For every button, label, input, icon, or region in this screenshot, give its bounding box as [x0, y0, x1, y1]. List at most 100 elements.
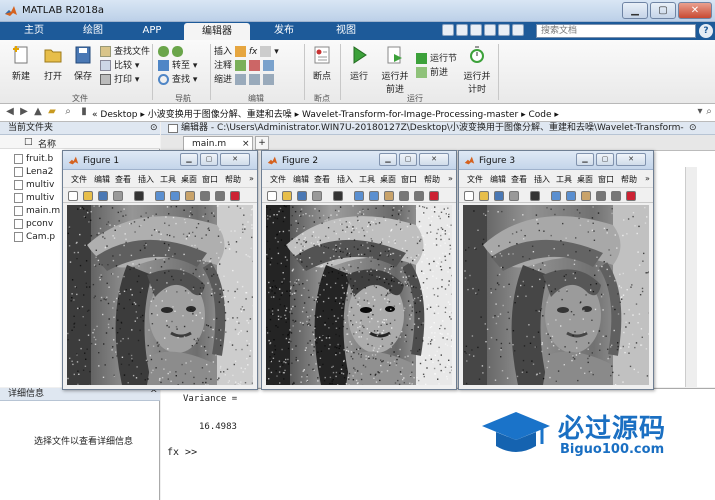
figure-menu-item[interactable]: 文件: [71, 174, 87, 185]
address-search-icon[interactable]: ⌕: [703, 106, 715, 118]
figure-menu-item[interactable]: 查看: [115, 174, 131, 185]
maximize-button[interactable]: ▢: [650, 2, 676, 19]
figure-menu-item[interactable]: 帮助: [225, 174, 241, 185]
list-item[interactable]: Lena2: [14, 166, 53, 178]
minimize-button[interactable]: ▁: [180, 153, 198, 166]
nav-back-forward[interactable]: [158, 45, 197, 59]
menu-overflow-icon[interactable]: »: [448, 174, 453, 183]
menu-overflow-icon[interactable]: »: [645, 174, 650, 183]
run-and-advance-button[interactable]: 运行并 前进: [380, 46, 410, 95]
tab-apps[interactable]: APP: [124, 22, 180, 40]
find-files-button[interactable]: 查找文件: [100, 45, 150, 59]
paste-icon[interactable]: [484, 24, 496, 36]
figure-menu-item[interactable]: 帮助: [621, 174, 637, 185]
figure-title-bar[interactable]: Figure 1 ▁ ▢ ✕: [63, 151, 257, 170]
figure-title-bar[interactable]: Figure 2 ▁ ▢ ✕: [262, 151, 456, 170]
pointer-icon[interactable]: [134, 191, 144, 201]
command-prompt[interactable]: fx >>: [167, 447, 197, 458]
redo-icon[interactable]: [512, 24, 524, 36]
minimize-button[interactable]: ▁: [379, 153, 397, 166]
tab-view[interactable]: 视图: [316, 22, 376, 40]
menu-overflow-icon[interactable]: »: [249, 174, 254, 183]
print-icon[interactable]: [509, 191, 519, 201]
tab-home[interactable]: 主页: [8, 22, 60, 40]
list-item[interactable]: main.m: [14, 205, 60, 217]
zoom-in-icon[interactable]: [354, 191, 364, 201]
list-item[interactable]: fruit.b: [14, 153, 53, 165]
tab-main-m[interactable]: main.m ×: [183, 136, 253, 151]
list-item[interactable]: multiv: [14, 192, 54, 204]
close-button[interactable]: ✕: [616, 153, 646, 166]
figure-menu-item[interactable]: 窗口: [202, 174, 218, 185]
close-button[interactable]: ✕: [220, 153, 250, 166]
figure-menu-item[interactable]: 文件: [270, 174, 286, 185]
pan-icon[interactable]: [581, 191, 591, 201]
panel-menu-icon[interactable]: ⊙: [150, 123, 158, 133]
maximize-button[interactable]: ▢: [596, 153, 614, 166]
save-icon[interactable]: [297, 191, 307, 201]
compare-button[interactable]: 比较 ▾: [100, 59, 150, 73]
comment-button[interactable]: 注释: [214, 59, 279, 73]
figure-menu-item[interactable]: 窗口: [401, 174, 417, 185]
figure-menu-item[interactable]: 插入: [337, 174, 353, 185]
figure-title-bar[interactable]: Figure 3 ▁ ▢ ✕: [459, 151, 653, 170]
brush-icon[interactable]: [230, 191, 240, 201]
find-button[interactable]: 查找 ▾: [158, 73, 197, 87]
save-icon[interactable]: [494, 191, 504, 201]
window-title-bar[interactable]: MATLAB R2018a ▁ ▢ ✕: [0, 0, 715, 22]
run-section-button[interactable]: 运行节: [416, 52, 457, 66]
close-button[interactable]: ✕: [419, 153, 449, 166]
collapse-icon[interactable]: ^: [150, 389, 158, 399]
folder-up-icon[interactable]: ▲: [32, 106, 44, 118]
folder-search-icon[interactable]: ⌕: [62, 106, 74, 118]
figure-menu-item[interactable]: 桌面: [380, 174, 396, 185]
list-item[interactable]: Cam.p: [14, 231, 55, 243]
new-figure-icon[interactable]: [68, 191, 78, 201]
data-cursor-icon[interactable]: [215, 191, 225, 201]
open-button[interactable]: 打开: [38, 46, 68, 82]
indent-button[interactable]: 缩进: [214, 73, 279, 87]
zoom-in-icon[interactable]: [155, 191, 165, 201]
close-tab-icon[interactable]: ×: [242, 137, 250, 151]
zoom-out-icon[interactable]: [566, 191, 576, 201]
goto-button[interactable]: 转至 ▾: [158, 59, 197, 73]
browse-folder-icon[interactable]: ▰: [46, 106, 58, 118]
new-figure-icon[interactable]: [464, 191, 474, 201]
run-and-time-button[interactable]: 运行并 计时: [462, 46, 492, 95]
save-icon[interactable]: [98, 191, 108, 201]
search-docs-input[interactable]: 搜索文档: [536, 24, 696, 38]
copy-icon[interactable]: [470, 24, 482, 36]
rotate-icon[interactable]: [596, 191, 606, 201]
figure-menu-item[interactable]: 插入: [534, 174, 550, 185]
open-file-icon[interactable]: [83, 191, 93, 201]
minimize-button[interactable]: ▁: [622, 2, 648, 19]
insert-button[interactable]: 插入 fx ▾: [214, 45, 279, 59]
list-item[interactable]: multiv: [14, 179, 54, 191]
breadcrumb[interactable]: « Desktop ▸ 小波变换用于图像分解、重建和去噪 ▸ Wavelet-T…: [92, 107, 559, 120]
new-button[interactable]: 新建: [6, 46, 36, 82]
figure-menu-item[interactable]: 帮助: [424, 174, 440, 185]
pointer-icon[interactable]: [530, 191, 540, 201]
zoom-out-icon[interactable]: [170, 191, 180, 201]
name-column-header[interactable]: □ 名称: [0, 135, 160, 150]
print-icon[interactable]: [312, 191, 322, 201]
figure-menu-item[interactable]: 窗口: [598, 174, 614, 185]
data-cursor-icon[interactable]: [414, 191, 424, 201]
figure-menu-item[interactable]: 桌面: [181, 174, 197, 185]
rotate-icon[interactable]: [399, 191, 409, 201]
figure-menu-item[interactable]: 桌面: [577, 174, 593, 185]
zoom-out-icon[interactable]: [369, 191, 379, 201]
panel-menu-icon[interactable]: ⊙: [689, 123, 697, 133]
forward-arrow-icon[interactable]: ▶: [18, 106, 30, 118]
figure-menu-item[interactable]: 工具: [160, 174, 176, 185]
run-button[interactable]: 运行: [344, 46, 374, 82]
print-icon[interactable]: [113, 191, 123, 201]
tab-publish[interactable]: 发布: [254, 22, 314, 40]
help-icon[interactable]: ?: [699, 24, 713, 38]
figure-menu-item[interactable]: 编辑: [94, 174, 110, 185]
pan-icon[interactable]: [384, 191, 394, 201]
close-button[interactable]: ✕: [678, 2, 712, 19]
open-file-icon[interactable]: [479, 191, 489, 201]
breakpoints-button[interactable]: 断点: [308, 46, 336, 82]
figure-menu-item[interactable]: 编辑: [293, 174, 309, 185]
